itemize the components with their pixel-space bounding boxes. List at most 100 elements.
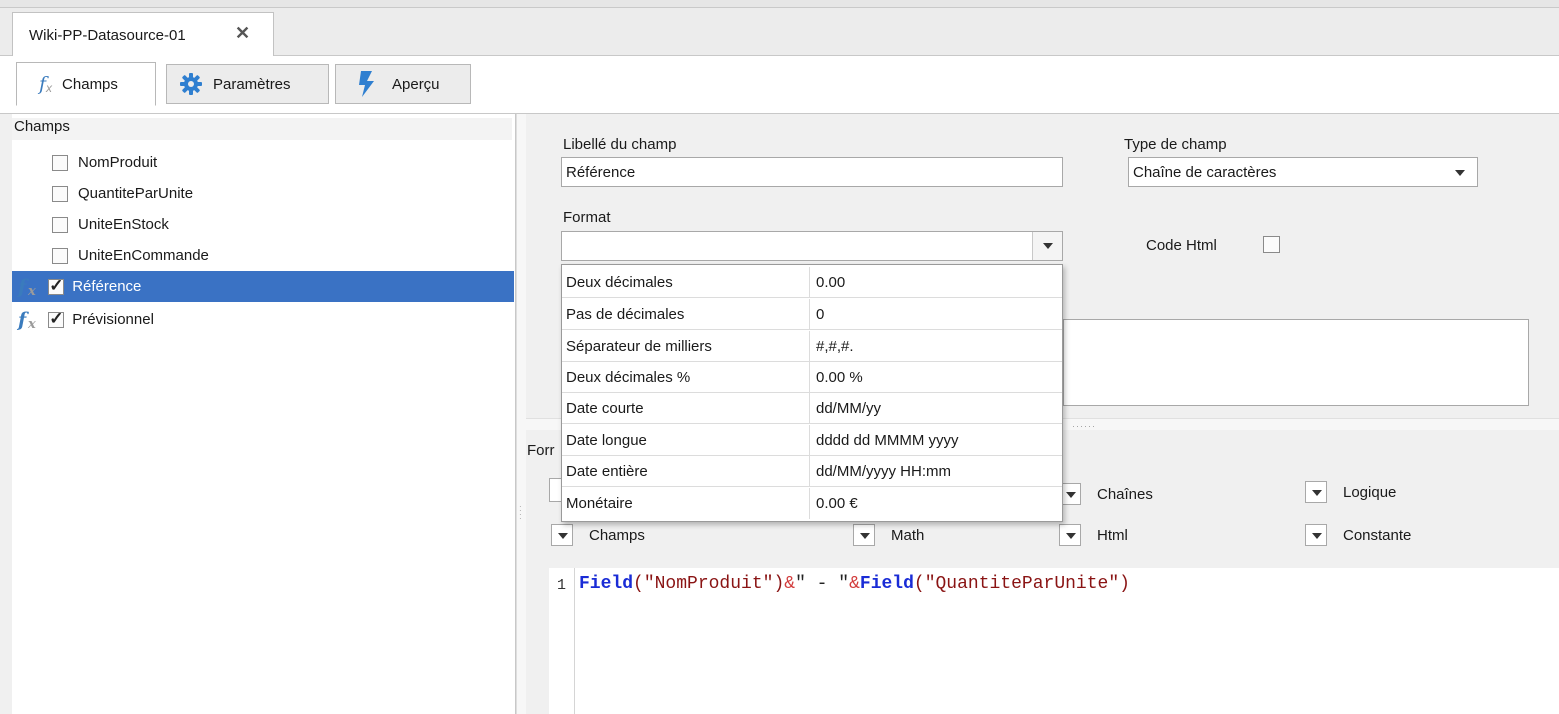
- chevron-down-icon: [551, 524, 573, 546]
- format-option-value: #,#,#.: [816, 337, 854, 355]
- code-args: ("QuantiteParUnite"): [913, 574, 1130, 594]
- field-label-input[interactable]: Référence: [561, 157, 1063, 187]
- button-label: Chaînes: [1097, 485, 1153, 503]
- format-option-value: 0: [816, 305, 825, 323]
- chevron-down-icon: [1059, 524, 1081, 546]
- tab-label: Paramètres: [213, 75, 291, 93]
- code-operator: &: [849, 574, 860, 594]
- field-item-reference[interactable]: fx Référence: [12, 271, 514, 302]
- logic-functions-button[interactable]: Logique: [1305, 478, 1396, 506]
- chevron-down-icon: [1305, 481, 1327, 503]
- functions-button-partial[interactable]: [549, 478, 561, 502]
- splitter-grip: · · · ·: [519, 502, 522, 523]
- gear-icon: [179, 72, 203, 96]
- close-icon[interactable]: ✕: [235, 23, 250, 44]
- format-option-name: Séparateur de milliers: [562, 331, 810, 361]
- button-label: Math: [891, 526, 925, 544]
- code-html-checkbox[interactable]: [1263, 236, 1280, 253]
- format-option[interactable]: Date entière dd/MM/yyyy HH:mm: [562, 456, 1062, 487]
- code-operator: &: [784, 574, 796, 594]
- field-item-previsionnel[interactable]: fx Prévisionnel: [12, 304, 514, 335]
- code-args: ("NomProduit"): [633, 574, 785, 594]
- strings-functions-button[interactable]: Chaînes: [1059, 480, 1153, 508]
- fx-icon: fx: [18, 275, 36, 299]
- field-item-uniteencommande[interactable]: UniteEnCommande: [12, 240, 514, 271]
- field-label-value: Référence: [566, 163, 636, 181]
- fx-icon: fx: [18, 308, 36, 332]
- button-label: Champs: [589, 526, 645, 544]
- field-checkbox[interactable]: [48, 309, 65, 329]
- field-checkbox[interactable]: [52, 247, 68, 264]
- format-option-value: dd/MM/yyyy HH:mm: [816, 462, 951, 480]
- format-option-name: Date courte: [562, 393, 810, 423]
- math-functions-button[interactable]: Math: [853, 521, 924, 549]
- constant-functions-button[interactable]: Constante: [1305, 521, 1411, 549]
- format-option-value: 0.00: [816, 273, 846, 291]
- field-type-value: Chaîne de caractères: [1133, 163, 1277, 181]
- chevron-down-icon: [853, 524, 875, 546]
- field-checkbox[interactable]: [52, 154, 68, 171]
- format-option[interactable]: Monétaire 0.00 €: [562, 488, 1062, 519]
- format-option[interactable]: Deux décimales % 0.00 %: [562, 362, 1062, 393]
- formula-caption: Forr: [527, 442, 555, 459]
- format-option-name: Deux décimales: [562, 267, 810, 297]
- format-option-name: Monétaire: [562, 488, 810, 519]
- field-type-select[interactable]: Chaîne de caractères: [1128, 157, 1478, 187]
- description-textarea[interactable]: [1063, 319, 1529, 406]
- field-label: UniteEnCommande: [78, 247, 209, 264]
- tab-parametres[interactable]: Paramètres: [166, 64, 329, 104]
- format-option-name: Pas de décimales: [562, 299, 810, 329]
- field-checkbox[interactable]: [52, 216, 68, 233]
- tab-apercu[interactable]: Aperçu: [335, 64, 471, 104]
- tab-label: Aperçu: [392, 75, 440, 93]
- html-functions-button[interactable]: Html: [1059, 521, 1128, 549]
- field-label-caption: Libellé du champ: [563, 136, 677, 153]
- format-option-value: dd/MM/yy: [816, 399, 882, 417]
- code-function: Field: [859, 574, 914, 594]
- format-option[interactable]: Séparateur de milliers #,#,#.: [562, 331, 1062, 362]
- lightning-icon: [358, 71, 376, 97]
- format-caption: Format: [563, 209, 611, 226]
- field-label: NomProduit: [78, 154, 158, 171]
- format-option-value: 0.00 %: [816, 368, 863, 386]
- field-label: Prévisionnel: [72, 311, 154, 328]
- format-select[interactable]: [561, 231, 1063, 261]
- format-option[interactable]: Deux décimales 0.00: [562, 267, 1062, 298]
- tab-champs[interactable]: fx Champs: [16, 62, 156, 106]
- fields-panel-header: Champs: [12, 118, 512, 140]
- field-item-nomproduit[interactable]: NomProduit: [12, 147, 514, 178]
- format-dropdown-list: Deux décimales 0.00 Pas de décimales 0 S…: [561, 264, 1063, 522]
- format-option-name: Deux décimales %: [562, 362, 810, 392]
- format-option[interactable]: Pas de décimales 0: [562, 299, 1062, 330]
- field-checkbox[interactable]: [48, 276, 65, 296]
- field-item-quantiteparunite[interactable]: QuantiteParUnite: [12, 178, 514, 209]
- chevron-down-icon: [1455, 170, 1465, 176]
- window-top-bar: [0, 0, 1559, 8]
- format-option[interactable]: Date courte dd/MM/yy: [562, 393, 1062, 424]
- field-label: UniteEnStock: [78, 216, 169, 233]
- fields-functions-button[interactable]: Champs: [551, 521, 645, 549]
- format-dropdown-button[interactable]: [1032, 232, 1062, 260]
- chevron-down-icon: [1305, 524, 1327, 546]
- code-string: " - ": [795, 574, 850, 594]
- vertical-splitter[interactable]: [516, 114, 526, 714]
- field-checkbox[interactable]: [52, 185, 68, 202]
- field-label: QuantiteParUnite: [78, 185, 194, 202]
- format-option[interactable]: Date longue dddd dd MMMM yyyy: [562, 425, 1062, 456]
- field-label: Référence: [72, 278, 142, 295]
- format-option-name: Date entière: [562, 456, 810, 486]
- code-html-caption: Code Html: [1146, 237, 1217, 254]
- line-number: 1: [557, 577, 567, 594]
- field-type-caption: Type de champ: [1124, 136, 1227, 153]
- button-label: Constante: [1343, 526, 1412, 544]
- document-tab[interactable]: Wiki-PP-Datasource-01 ✕: [12, 12, 274, 57]
- code-function: Field: [579, 574, 634, 594]
- tab-label: Champs: [62, 75, 118, 93]
- formula-code-line[interactable]: Field("NomProduit")&" - "&Field("Quantit…: [579, 574, 1130, 594]
- chevron-down-icon: [1043, 243, 1053, 249]
- fx-icon: fx: [39, 73, 53, 95]
- button-label: Logique: [1343, 483, 1397, 501]
- format-option-value: dddd dd MMMM yyyy: [816, 431, 959, 449]
- document-tab-title: Wiki-PP-Datasource-01: [29, 26, 186, 44]
- field-item-uniteenstock[interactable]: UniteEnStock: [12, 209, 514, 240]
